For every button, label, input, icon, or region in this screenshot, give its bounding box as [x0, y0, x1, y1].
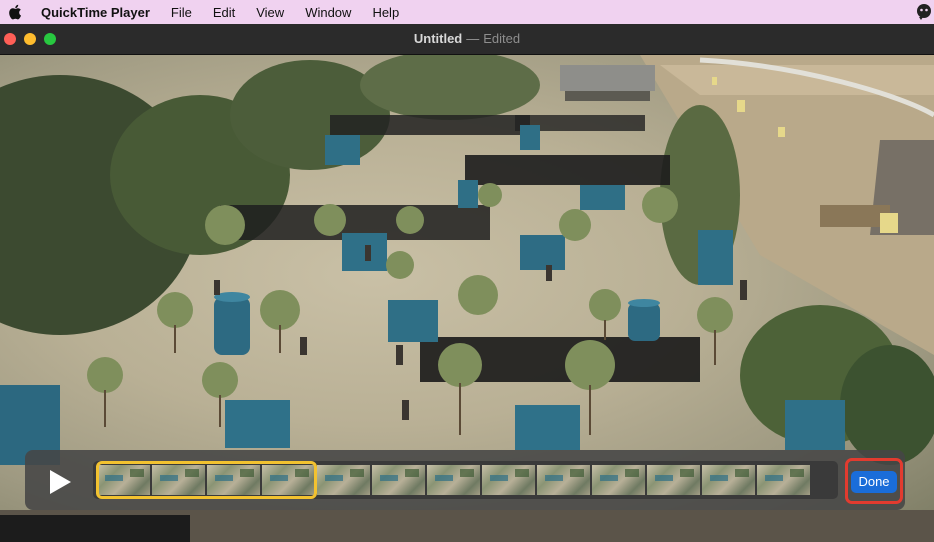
- film-thumbnail: [317, 465, 370, 495]
- title-separator: —: [466, 31, 480, 46]
- film-thumbnail: [592, 465, 645, 495]
- edited-status: Edited: [483, 31, 521, 46]
- play-icon[interactable]: [47, 468, 73, 496]
- menu-edit[interactable]: Edit: [213, 5, 235, 20]
- menu-window[interactable]: Window: [305, 5, 351, 20]
- film-thumbnail: [537, 465, 590, 495]
- menu-app-name[interactable]: QuickTime Player: [41, 5, 150, 20]
- menu-file[interactable]: File: [171, 5, 192, 20]
- document-name[interactable]: Untitled: [414, 31, 462, 46]
- menu-bar: QuickTime Player File Edit View Window H…: [0, 0, 934, 24]
- film-thumbnail: [482, 465, 535, 495]
- film-thumbnail: [427, 465, 480, 495]
- trim-selection-handles[interactable]: [96, 461, 317, 499]
- menu-view[interactable]: View: [256, 5, 284, 20]
- film-thumbnail: [702, 465, 755, 495]
- done-button[interactable]: Done: [851, 471, 897, 493]
- assistant-icon[interactable]: [916, 3, 932, 21]
- window-title: Untitled — Edited: [0, 31, 934, 46]
- film-thumbnail: [647, 465, 700, 495]
- menu-help[interactable]: Help: [372, 5, 399, 20]
- film-thumbnail: [757, 465, 810, 495]
- film-thumbnail: [372, 465, 425, 495]
- apple-logo-icon[interactable]: [8, 4, 22, 20]
